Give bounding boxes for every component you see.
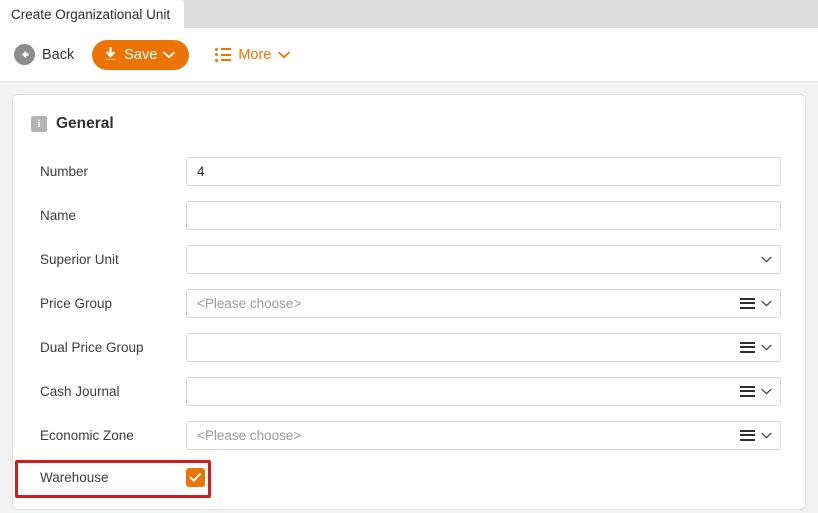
value-help-menu-icon[interactable] bbox=[740, 341, 755, 353]
cash-journal-adornment bbox=[740, 382, 780, 400]
label-economic-zone: Economic Zone bbox=[40, 427, 134, 443]
economic-zone-placeholder: <Please choose> bbox=[197, 427, 302, 443]
label-superior-unit: Superior Unit bbox=[40, 251, 119, 267]
form-row-name: Name bbox=[31, 193, 781, 237]
chevron-down-icon[interactable] bbox=[761, 250, 772, 268]
save-button-label: Save bbox=[124, 46, 158, 63]
more-button[interactable]: More bbox=[211, 44, 294, 66]
back-button[interactable]: Back bbox=[8, 42, 80, 67]
toolbar: Back Save More bbox=[0, 28, 818, 82]
cash-journal-select[interactable] bbox=[186, 376, 781, 406]
form-row-number: Number 4 bbox=[31, 149, 781, 193]
form-row-price-group: Price Group <Please choose> bbox=[31, 281, 781, 325]
dual-price-group-adornment bbox=[740, 338, 780, 356]
panel-header: i General bbox=[13, 95, 805, 133]
form-row-superior-unit: Superior Unit bbox=[31, 237, 781, 281]
price-group-adornment bbox=[740, 294, 780, 312]
chevron-down-icon bbox=[163, 51, 176, 59]
more-button-label: More bbox=[238, 46, 272, 63]
save-button[interactable]: Save bbox=[92, 39, 190, 70]
price-group-select[interactable]: <Please choose> bbox=[186, 288, 781, 318]
value-help-menu-icon[interactable] bbox=[740, 429, 755, 441]
form-row-economic-zone: Economic Zone <Please choose> bbox=[31, 413, 781, 457]
arrow-left-circle-icon bbox=[14, 44, 35, 65]
bulleted-list-icon bbox=[215, 47, 232, 62]
name-input[interactable] bbox=[186, 200, 781, 230]
chevron-down-icon[interactable] bbox=[761, 294, 772, 312]
price-group-placeholder: <Please choose> bbox=[197, 295, 302, 311]
label-warehouse: Warehouse bbox=[40, 469, 109, 485]
label-cash-journal: Cash Journal bbox=[40, 383, 120, 399]
chevron-down-icon[interactable] bbox=[761, 382, 772, 400]
label-number: Number bbox=[40, 163, 89, 179]
tab-create-organizational-unit[interactable]: Create Organizational Unit bbox=[0, 0, 185, 28]
warehouse-checkbox[interactable] bbox=[186, 467, 205, 487]
form-row-warehouse: Warehouse bbox=[31, 457, 781, 497]
tab-strip-filler bbox=[184, 0, 818, 28]
tab-strip: Create Organizational Unit bbox=[0, 0, 818, 28]
economic-zone-adornment bbox=[740, 426, 780, 444]
general-form: Number 4 Name Superior Unit Price Group … bbox=[13, 133, 805, 497]
value-help-menu-icon[interactable] bbox=[740, 297, 755, 309]
number-input-value: 4 bbox=[197, 163, 205, 179]
chevron-down-icon[interactable] bbox=[761, 338, 772, 356]
general-panel: i General Number 4 Name Superior Unit Pr… bbox=[12, 94, 806, 510]
number-input[interactable]: 4 bbox=[186, 156, 781, 186]
label-price-group: Price Group bbox=[40, 295, 113, 311]
label-name: Name bbox=[40, 207, 77, 223]
tab-label: Create Organizational Unit bbox=[11, 6, 171, 22]
superior-unit-adornment bbox=[761, 250, 780, 268]
info-icon: i bbox=[31, 116, 47, 132]
page-body: i General Number 4 Name Superior Unit Pr… bbox=[0, 82, 818, 513]
back-button-label: Back bbox=[42, 46, 75, 63]
label-dual-price-group: Dual Price Group bbox=[40, 339, 144, 355]
form-row-cash-journal: Cash Journal bbox=[31, 369, 781, 413]
superior-unit-select[interactable] bbox=[186, 244, 781, 274]
economic-zone-select[interactable]: <Please choose> bbox=[186, 420, 781, 450]
save-download-icon bbox=[103, 46, 118, 63]
value-help-menu-icon[interactable] bbox=[740, 385, 755, 397]
dual-price-group-select[interactable] bbox=[186, 332, 781, 362]
chevron-down-icon[interactable] bbox=[761, 426, 772, 444]
form-row-dual-price-group: Dual Price Group bbox=[31, 325, 781, 369]
page-title: General bbox=[56, 115, 114, 132]
chevron-down-icon bbox=[278, 46, 291, 64]
